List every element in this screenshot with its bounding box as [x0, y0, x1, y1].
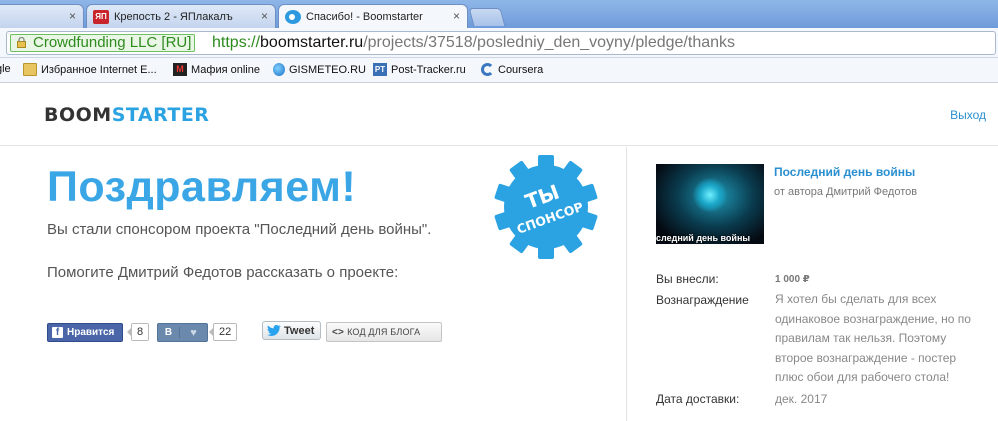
ev-org-name: Crowdfunding LLC [RU] — [33, 34, 192, 51]
browser-toolbar: Crowdfunding LLC [RU] https://boomstarte… — [0, 28, 998, 58]
reward-label: Вознаграждение — [656, 293, 749, 307]
sponsor-gear-badge-icon: ТЫ СПОНСОР — [494, 155, 598, 259]
site-header: BOOMSTARTER Выход — [0, 84, 998, 146]
bookmark-label: Избранное Internet E... — [41, 63, 157, 76]
browser-tab-1[interactable]: × — [0, 4, 84, 28]
twitter-bird-icon — [267, 325, 281, 336]
bookmark-mafia[interactable]: M Мафия online — [173, 63, 260, 76]
tab-label: Спасибо! - Boomstarter — [306, 11, 423, 23]
tab-close-icon[interactable]: × — [69, 9, 76, 23]
coursera-icon — [481, 63, 494, 76]
bookmark-label: Coursera — [498, 63, 544, 76]
delivery-label: Дата доставки: — [656, 392, 740, 406]
logo-starter-text: STARTER — [111, 104, 210, 126]
url-path: /projects/37518/posledniy_den_voyny/pled… — [363, 34, 736, 51]
bookmark-favorites-folder[interactable]: Избранное Internet E... — [23, 63, 157, 76]
reward-line: плюс обои для рабочего стола! — [775, 370, 950, 384]
ev-certificate-badge[interactable]: Crowdfunding LLC [RU] — [10, 34, 196, 52]
url-scheme: https:// — [212, 34, 261, 51]
paid-amount: 1 000 ₽ — [775, 274, 810, 285]
share-prompt: Помогите Дмитрий Федотов рассказать о пр… — [47, 264, 399, 281]
code-brackets-icon: <> — [332, 326, 345, 338]
bookmark-google[interactable]: gle — [0, 63, 11, 75]
browser-tab-2[interactable]: ЯП Крепость 2 - ЯПлакалъ × — [86, 4, 276, 28]
embed-label: КОД ДЛЯ БЛОГА — [347, 327, 421, 337]
tab-label: Крепость 2 - ЯПлакалъ — [114, 10, 233, 23]
logo-boom-text: BOOM — [44, 104, 112, 126]
reward-line: Я хотел бы сделать для всех — [775, 292, 937, 306]
bookmark-label: Мафия online — [191, 63, 260, 76]
boomstarter-logo[interactable]: BOOMSTARTER — [44, 104, 209, 126]
reward-description: Я хотел бы сделать для всех одинаковое в… — [775, 290, 997, 388]
bookmark-label: gle — [0, 63, 11, 75]
tweet-label: Tweet — [284, 324, 315, 337]
facebook-like-button[interactable]: f Нравится — [47, 323, 123, 342]
facebook-like-label: Нравится — [67, 327, 115, 338]
tab-close-icon[interactable]: × — [261, 9, 268, 23]
project-author: от автора Дмитрий Федотов — [774, 186, 918, 198]
yaplakal-favicon-icon: ЯП — [93, 9, 109, 24]
tweet-button[interactable]: Tweet — [262, 321, 321, 340]
thumbnail-caption: следний день войны — [656, 233, 751, 243]
project-thumbnail[interactable]: следний день войны — [656, 164, 764, 244]
bookmark-gismeteo[interactable]: GISMETEO.RU — [273, 63, 366, 76]
delivery-date: дек. 2017 — [775, 392, 828, 406]
vk-like-count: 22 — [208, 323, 238, 341]
reward-line: одинаковое вознаграждение, но по — [775, 311, 971, 326]
thanks-main-panel: Поздравляем! Вы стали спонсором проекта … — [0, 147, 626, 421]
sponsor-message: Вы стали спонсором проекта "Последний де… — [47, 221, 432, 238]
gismeteo-icon — [273, 63, 285, 76]
bookmark-label: Post-Tracker.ru — [391, 63, 466, 76]
page-title: Поздравляем! — [47, 163, 357, 211]
address-bar[interactable]: Crowdfunding LLC [RU] https://boomstarte… — [6, 31, 996, 55]
reward-line: второе вознаграждение - постер — [775, 350, 957, 365]
browser-tab-bar: × ЯП Крепость 2 - ЯПлакалъ × Спасибо! - … — [0, 0, 998, 29]
facebook-icon: f — [52, 327, 63, 338]
heart-icon: ♥ — [190, 326, 197, 339]
bookmark-label: GISMETEO.RU — [289, 63, 367, 76]
blog-embed-code-button[interactable]: <> КОД ДЛЯ БЛОГА — [326, 322, 442, 342]
reward-line: правилам так нельзя. Поэтому — [775, 331, 947, 345]
lock-icon — [17, 37, 26, 48]
bookmark-post-tracker[interactable]: PT Post-Tracker.ru — [373, 63, 466, 76]
vk-like-button[interactable]: В ♥ — [157, 323, 208, 342]
paid-label: Вы внесли: — [656, 272, 719, 286]
pledge-summary-sidebar: следний день войны Последний день войны … — [627, 147, 998, 421]
facebook-like-count: 8 — [126, 323, 150, 341]
project-title-link[interactable]: Последний день войны — [774, 165, 915, 179]
url-text[interactable]: https://boomstarter.ru/projects/37518/po… — [212, 34, 735, 52]
browser-tab-3-active[interactable]: Спасибо! - Boomstarter × — [278, 4, 468, 29]
thumbnail-glow — [692, 178, 728, 212]
boomstarter-favicon-icon — [285, 10, 301, 24]
bookmarks-bar: gle Избранное Internet E... M Мафия onli… — [0, 58, 998, 83]
folder-icon — [23, 63, 37, 76]
logout-link[interactable]: Выход — [950, 108, 986, 122]
tab-close-icon[interactable]: × — [453, 9, 460, 23]
post-tracker-icon: PT — [373, 63, 387, 76]
vk-icon: В — [158, 327, 180, 338]
mafia-icon: M — [173, 63, 187, 76]
new-tab-button[interactable] — [468, 8, 506, 26]
bookmark-coursera[interactable]: Coursera — [481, 63, 543, 76]
url-host: boomstarter.ru — [260, 34, 364, 51]
